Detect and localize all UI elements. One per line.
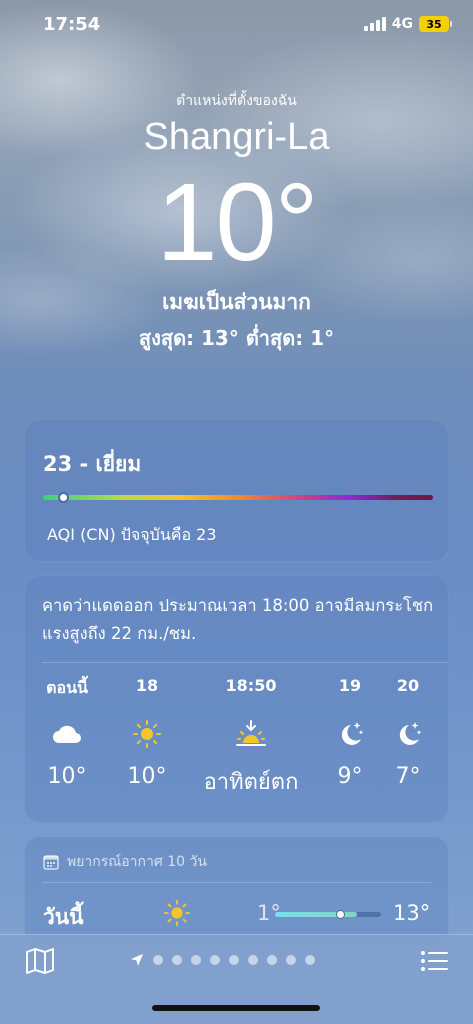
map-icon[interactable] [25, 947, 55, 979]
temperature-range-bar [275, 910, 381, 919]
page-dot [172, 955, 182, 965]
calendar-icon [43, 855, 59, 870]
page-dot [153, 955, 163, 965]
battery-level: 35 [426, 17, 442, 31]
city-name: Shangri-La [143, 116, 330, 158]
location-arrow-icon [131, 954, 143, 966]
network-type: 4G [391, 16, 413, 32]
home-indicator[interactable] [152, 1005, 320, 1011]
hour-item: 18:50 อาทิตย์ตก [196, 676, 306, 795]
aqi-card[interactable]: 23 - เยี่ยม AQI (CN) ปัจจุบันคือ 23 [24, 419, 449, 562]
aqi-scale-bar [43, 495, 433, 500]
page-indicator[interactable] [130, 953, 315, 967]
page-dot [210, 955, 220, 965]
forecast-day: วันนี้ [43, 905, 84, 929]
forecast-header: พยากรณ์อากาศ 10 วัน [43, 851, 207, 873]
current-temp-dot [336, 910, 345, 919]
status-indicators: 4G 35 [363, 16, 452, 32]
page-dot [229, 955, 239, 965]
page-dot [248, 955, 258, 965]
list-icon[interactable] [420, 949, 448, 977]
hourly-forecast-card[interactable]: คาดว่าแดดออก ประมาณเวลา 18:00 อาจมีลมกระ… [24, 575, 449, 823]
current-temperature: 10° [156, 161, 318, 284]
divider [42, 882, 431, 883]
forecast-high: 13° [393, 901, 431, 925]
hour-temp: 10° [127, 764, 167, 789]
page-dot [191, 955, 201, 965]
hour-label: 18:50 [225, 676, 277, 695]
weather-condition: เมฆเป็นส่วนมาก [162, 290, 311, 314]
divider [42, 662, 448, 663]
page-dot [305, 955, 315, 965]
hour-label: 18 [135, 676, 159, 695]
page-dot [286, 955, 296, 965]
high-low-temperature: สูงสุด: 13° ต่ำสุด: 1° [138, 326, 335, 350]
sun-icon [163, 899, 191, 931]
status-time: 17:54 [43, 14, 101, 35]
sun-icon [92, 704, 202, 764]
signal-icon [363, 17, 386, 31]
hour-item: 20 7° [353, 676, 463, 794]
sunset-icon [196, 704, 306, 764]
location-label: ตำแหน่งที่ตั้งของฉัน [176, 93, 297, 109]
aqi-title: 23 - เยี่ยม [43, 452, 142, 476]
hour-temp: 7° [395, 764, 421, 789]
hour-label: 20 [396, 676, 420, 695]
battery-icon: 35 [419, 16, 452, 32]
hourly-summary: คาดว่าแดดออก ประมาณเวลา 18:00 อาจมีลมกระ… [42, 596, 434, 643]
page-dot [267, 955, 277, 965]
aqi-subtitle: AQI (CN) ปัจจุบันคือ 23 [47, 525, 217, 544]
ten-day-forecast-card[interactable]: พยากรณ์อากาศ 10 วัน วันนี้ 1° 13° [24, 836, 449, 946]
hour-temp: อาทิตย์ตก [203, 770, 299, 795]
aqi-indicator-dot [58, 492, 69, 503]
hour-item: 18 10° [92, 676, 202, 794]
moon-stars-icon [353, 704, 463, 764]
forecast-header-label: พยากรณ์อากาศ 10 วัน [67, 854, 207, 870]
